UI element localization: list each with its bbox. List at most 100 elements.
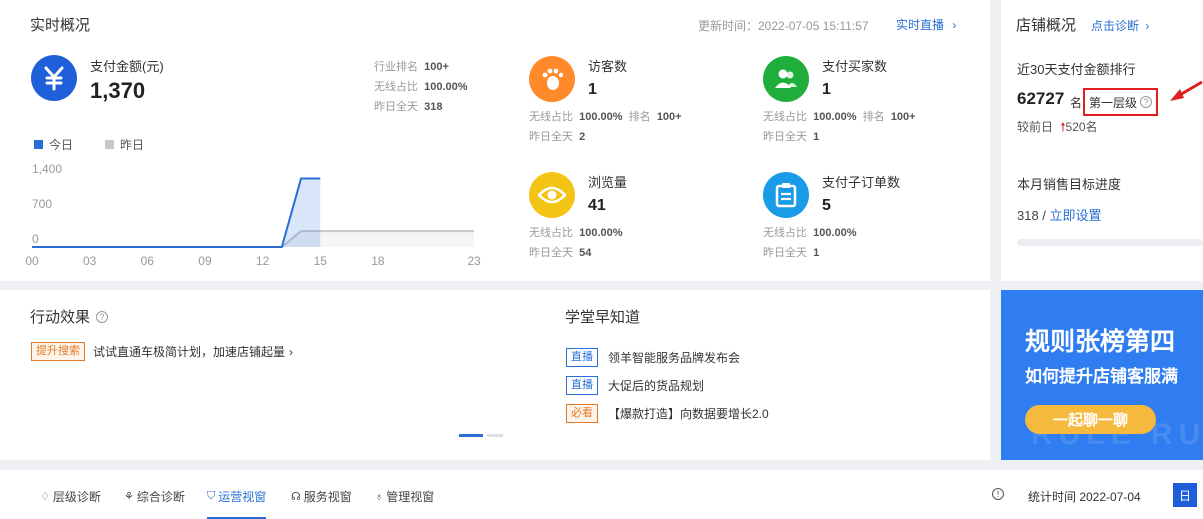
learn-tag: 直播 xyxy=(566,348,598,367)
compare-label: 较前日 xyxy=(1017,120,1054,134)
target-set-link[interactable]: 立即设置 xyxy=(1050,208,1102,223)
chevron-right-icon: › xyxy=(1145,19,1150,33)
compare-row: 较前日 🠕520名 xyxy=(1017,118,1098,139)
action-text[interactable]: 试试直通车极简计划，加速店铺起量 xyxy=(93,343,285,360)
metric-wireless-label: 无线占比 xyxy=(763,227,807,239)
update-time: 更新时间：2022-07-05 15:11:57 xyxy=(698,19,869,33)
series-area xyxy=(32,178,321,247)
chevron-right-icon: › xyxy=(952,18,957,32)
metric-yesterday-label: 昨日全天 xyxy=(763,247,807,259)
action-panel: 行动效果 ? 提升搜索 试试直通车极简计划，加速店铺起量 › 学堂早知道 直播领… xyxy=(0,290,990,460)
y-tick-label: 1,400 xyxy=(32,162,62,176)
live-link[interactable]: 实时直播 › xyxy=(896,16,956,33)
tab-item[interactable]: ⚘ 综合诊断 xyxy=(124,488,185,505)
wireless-share-value: 100.00% xyxy=(424,81,468,93)
target-row: 318 / 立即设置 xyxy=(1017,205,1102,224)
banner-subtitle: 如何提升店铺客服满 xyxy=(1025,367,1178,386)
help-icon[interactable]: ? xyxy=(1140,96,1153,108)
x-tick-label: 06 xyxy=(141,254,155,268)
target-value: 318 / xyxy=(1017,208,1046,223)
x-tick-label: 18 xyxy=(371,254,385,268)
action-title-row: 行动效果 ? xyxy=(30,306,109,327)
action-tag: 提升搜索 xyxy=(31,342,85,361)
metric-rank-value: 100+ xyxy=(656,111,682,123)
learn-text[interactable]: 大促后的货品规划 xyxy=(608,377,704,394)
carousel-dot-active[interactable] xyxy=(459,434,483,437)
metric-wireless-label: 无线占比 xyxy=(763,111,807,123)
diagnose-link[interactable]: 点击诊断 › xyxy=(1091,17,1149,34)
learn-tag: 必看 xyxy=(566,404,598,423)
metric-label: 支付子订单数 xyxy=(822,175,901,190)
shield-icon: ⛉ xyxy=(207,490,216,502)
legend-yesterday-swatch xyxy=(105,140,115,149)
live-link-label[interactable]: 实时直播 xyxy=(896,18,944,32)
tab-item[interactable]: ♁ 管理视窗 xyxy=(375,488,434,505)
tab-item[interactable]: ⛉ 运营视窗 xyxy=(207,488,267,519)
tab-item[interactable]: ♢ 层级诊断 xyxy=(40,488,101,505)
diamond-icon: ♢ xyxy=(40,491,50,503)
metric-wireless-label: 无线占比 xyxy=(529,227,573,239)
view-tabs: ♢ 层级诊断 ⚘ 综合诊断 ⛉ 运营视窗 ☊ 服务视窗 ♁ 管理视窗 ! 统计时间 2022-07… xyxy=(0,470,1203,519)
learn-text[interactable]: 领羊智能服务品牌发布会 xyxy=(608,349,740,366)
x-tick-label: 03 xyxy=(83,254,97,268)
learn-item[interactable]: 直播 大促后的货品规划 xyxy=(566,376,704,395)
metric-stats: 无线占比 100.00% 昨日全天 1 xyxy=(763,223,857,263)
rank-value: 62727 xyxy=(1017,89,1065,108)
x-tick-label: 00 xyxy=(25,254,39,268)
tab-label[interactable]: 管理视窗 xyxy=(386,488,434,505)
level-badge[interactable]: 第一层级 ? xyxy=(1083,88,1159,116)
metric-value: 41 xyxy=(588,197,606,214)
headset-icon: ☊ xyxy=(291,491,301,503)
tab-label[interactable]: 层级诊断 xyxy=(53,488,101,505)
industry-rank-value: 100+ xyxy=(424,61,449,73)
compare-value: 520名 xyxy=(1065,120,1098,134)
legend-today-label: 今日 xyxy=(49,138,74,152)
footprint-icon xyxy=(529,56,575,102)
metric-yesterday-value: 1 xyxy=(813,131,820,143)
banner-cta-button[interactable]: 一起聊一聊 xyxy=(1025,405,1156,434)
x-tick-label: 15 xyxy=(314,254,328,268)
metric-yesterday-value: 54 xyxy=(579,247,592,259)
action-item[interactable]: 提升搜索 试试直通车极简计划，加速店铺起量 › xyxy=(31,342,293,361)
metric-yesterday-label: 昨日全天 xyxy=(529,247,573,259)
rank-title: 近30天支付金额排行 xyxy=(1017,62,1136,77)
realtime-title: 实时概况 xyxy=(30,17,91,34)
users-icon xyxy=(763,56,809,102)
wireless-share-label: 无线占比 xyxy=(374,81,418,93)
series-area xyxy=(32,231,474,247)
metric-rank-label: 排名 xyxy=(862,111,885,123)
metric-yesterday-value: 1 xyxy=(813,247,820,259)
pay-amount-label: 支付金额(元) xyxy=(90,59,164,74)
day-button[interactable]: 日 xyxy=(1173,483,1197,507)
yesterday-label: 昨日全天 xyxy=(374,101,418,113)
metric-value: 1 xyxy=(822,81,831,98)
store-title: 店铺概况 xyxy=(1016,17,1077,34)
x-tick-label: 09 xyxy=(198,254,212,268)
help-icon[interactable]: ? xyxy=(96,310,109,323)
metric-stats: 无线占比 100.00% 昨日全天 54 xyxy=(529,223,623,263)
metric-stats: 无线占比 100.00% 排名 100+ 昨日全天 1 xyxy=(763,107,916,147)
arrow-annotation-icon xyxy=(1170,80,1203,101)
metric-value: 1 xyxy=(588,81,597,98)
tab-label[interactable]: 服务视窗 xyxy=(304,488,352,505)
realtime-chart: 1,400700000 03 06 09 12 15 18 23 xyxy=(25,162,481,268)
chevron-right-icon: › xyxy=(289,344,294,359)
info-icon[interactable]: ! xyxy=(992,488,1004,500)
rank-unit: 名 xyxy=(1070,96,1083,110)
yesterday-value: 318 xyxy=(424,101,443,113)
carousel-dot[interactable] xyxy=(487,434,503,437)
learn-item[interactable]: 必看 【爆款打造】向数据要增长2.0 xyxy=(566,404,769,423)
promo-banner[interactable]: RULE RU 规则张榜第四 如何提升店铺客服满 一起聊一聊 xyxy=(1001,290,1203,460)
tab-label[interactable]: 运营视窗 xyxy=(218,488,266,505)
person-icon: ♁ xyxy=(375,490,384,503)
yen-icon xyxy=(31,55,77,101)
learn-item[interactable]: 直播 领羊智能服务品牌发布会 xyxy=(566,348,740,367)
diagnose-link-label[interactable]: 点击诊断 xyxy=(1091,19,1139,33)
action-title: 行动效果 xyxy=(30,309,91,326)
tab-item[interactable]: ☊ 服务视窗 xyxy=(291,488,352,505)
tab-label[interactable]: 综合诊断 xyxy=(137,488,185,505)
learn-text[interactable]: 【爆款打造】向数据要增长2.0 xyxy=(608,405,769,422)
learn-title: 学堂早知道 xyxy=(565,309,641,326)
x-tick-label: 12 xyxy=(256,254,270,268)
metric-wireless-label: 无线占比 xyxy=(529,111,573,123)
